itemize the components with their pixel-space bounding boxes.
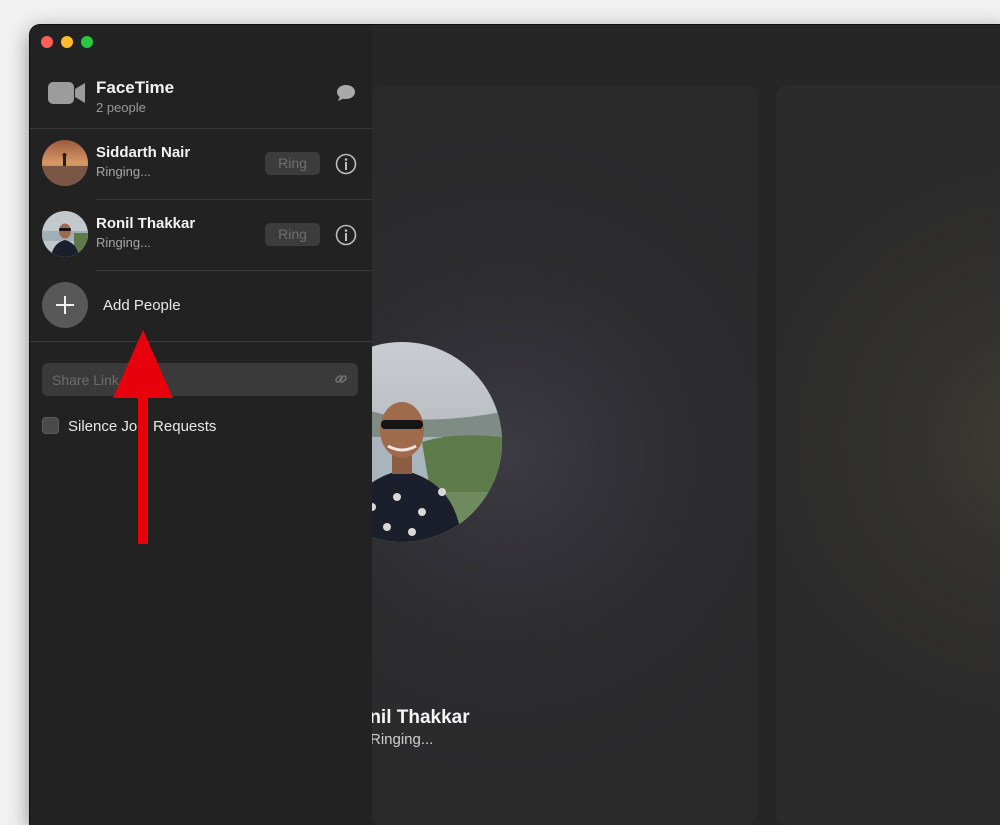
silence-join-requests-checkbox[interactable]: [42, 417, 59, 434]
app-title: FaceTime: [96, 78, 175, 97]
participant-count: 2 people: [96, 100, 146, 115]
plus-icon: [42, 282, 88, 328]
ring-button[interactable]: Ring: [265, 223, 320, 246]
link-icon: [334, 372, 348, 391]
sidebar: FaceTime 2 people Siddarth Nair Ringing.…: [30, 25, 372, 825]
participant-tile-avatar: [372, 342, 502, 542]
close-button[interactable]: [41, 36, 53, 48]
participant-tile-second[interactable]: [776, 85, 1000, 825]
info-icon[interactable]: [335, 153, 357, 180]
participant-row-siddarth[interactable]: Siddarth Nair Ringing... Ring: [30, 129, 372, 199]
ring-button[interactable]: Ring: [265, 152, 320, 175]
avatar-ronil: [42, 211, 88, 257]
window-controls: [41, 36, 93, 48]
add-people-label: Add People: [103, 297, 181, 314]
participant-tile-name: Ronil Thakkar: [372, 707, 470, 728]
facetime-window: Ronil Thakkar Ringing... FaceTime 2 peop…: [30, 25, 1000, 825]
participant-name: Ronil Thakkar: [96, 215, 196, 232]
participant-name: Siddarth Nair: [96, 144, 191, 161]
call-stage: Ronil Thakkar Ringing...: [372, 25, 1000, 825]
message-bubble-icon[interactable]: [336, 84, 356, 107]
zoom-button[interactable]: [81, 36, 93, 48]
participant-row-ronil[interactable]: Ronil Thakkar Ringing... Ring: [30, 200, 372, 270]
add-people-button[interactable]: Add People: [30, 270, 372, 340]
participant-tile-status: Ringing...: [372, 731, 434, 748]
annotation-arrow-icon: [113, 330, 173, 544]
participant-status: Ringing...: [96, 235, 151, 250]
divider: [30, 341, 372, 342]
info-icon[interactable]: [335, 224, 357, 251]
video-camera-icon: [48, 81, 86, 110]
share-link-input[interactable]: [42, 363, 358, 396]
participant-tile-ronil[interactable]: Ronil Thakkar Ringing...: [372, 85, 757, 825]
avatar-siddarth: [42, 140, 88, 186]
participant-status: Ringing...: [96, 164, 151, 179]
minimize-button[interactable]: [61, 36, 73, 48]
